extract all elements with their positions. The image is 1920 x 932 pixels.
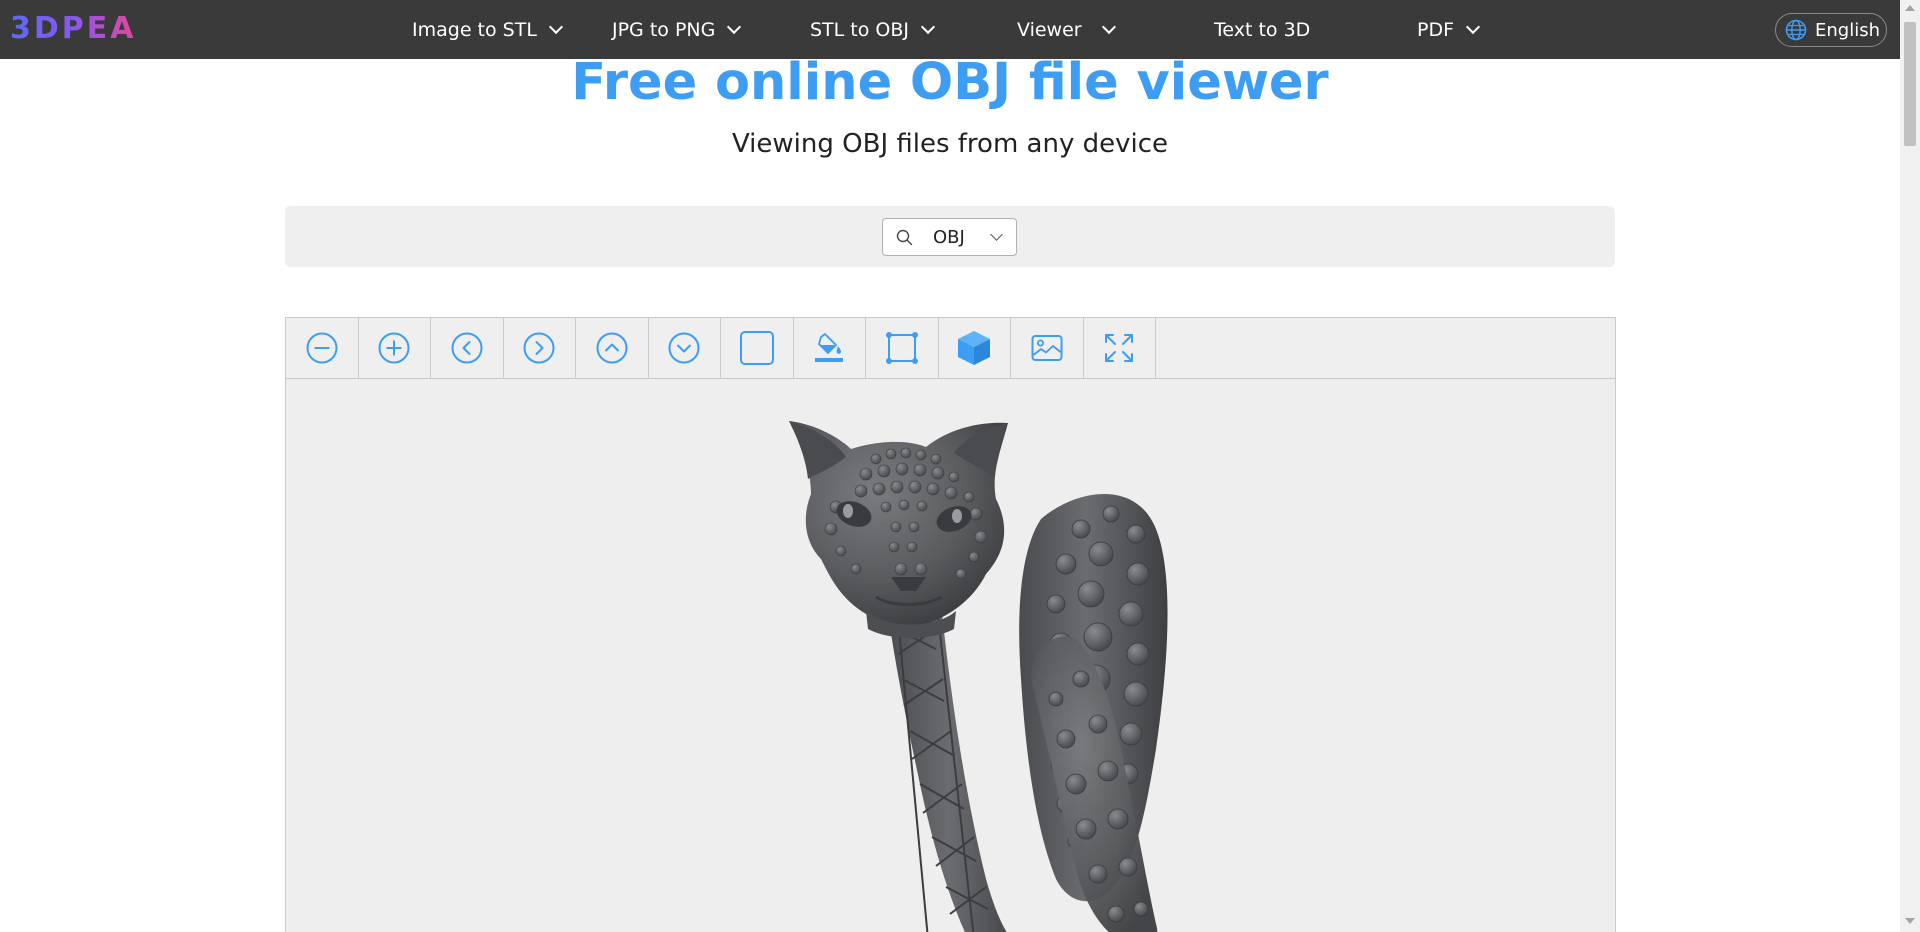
solid-view-button[interactable] (939, 318, 1011, 378)
format-select-dropdown[interactable]: OBJ (882, 218, 1017, 256)
scroll-down-arrow-icon[interactable] (1905, 918, 1915, 924)
nav-item-label: Viewer (1017, 18, 1082, 41)
plus-circle-icon (378, 332, 410, 364)
nav-item-label: STL to OBJ (810, 18, 909, 41)
chevron-down-icon (727, 19, 742, 34)
screenshot-button[interactable] (1011, 318, 1084, 378)
chevron-up-circle-icon (596, 332, 628, 364)
nav-item-jpg-to-png[interactable]: JPG to PNG (612, 0, 742, 59)
chevron-down-icon (920, 19, 936, 34)
obj-viewer (285, 317, 1616, 932)
chevron-down-circle-icon (668, 332, 700, 364)
search-icon (896, 229, 913, 246)
viewer-canvas[interactable] (286, 379, 1615, 932)
chevron-left-circle-icon (451, 332, 483, 364)
chevron-down-icon (548, 19, 563, 34)
chevron-down-icon (1465, 19, 1481, 34)
background-button[interactable] (721, 318, 794, 378)
leopard-ring-model (789, 421, 1168, 932)
language-selector-button[interactable]: English (1775, 13, 1887, 47)
globe-icon (1785, 19, 1807, 41)
paint-bucket-icon (815, 333, 844, 362)
nav-item-label: Text to 3D (1214, 18, 1311, 41)
language-label: English (1815, 19, 1880, 41)
nav-item-stl-to-obj[interactable]: STL to OBJ (810, 0, 936, 59)
zoom-in-button[interactable] (359, 318, 431, 378)
bounding-box-button[interactable] (866, 318, 939, 378)
chevron-down-icon (990, 228, 1003, 241)
viewer-toolbar (286, 318, 1615, 379)
scroll-up-arrow-icon[interactable] (1905, 5, 1915, 11)
square-icon (739, 331, 774, 365)
minus-circle-icon (306, 332, 338, 364)
nav-item-viewer[interactable]: Viewer (1017, 0, 1116, 59)
page-title: Free online OBJ file viewer (571, 53, 1329, 112)
cube-icon (958, 331, 991, 365)
nav-item-label: Image to STL (412, 18, 537, 41)
rotate-right-button[interactable] (504, 318, 576, 378)
scroll-thumb[interactable] (1904, 22, 1916, 146)
rotate-up-button[interactable] (576, 318, 649, 378)
rotate-left-button[interactable] (431, 318, 504, 378)
nav-item-pdf[interactable]: PDF (1417, 0, 1481, 59)
rotate-down-button[interactable] (649, 318, 721, 378)
page-scrollbar[interactable] (1900, 0, 1920, 932)
format-selected-value: OBJ (933, 227, 965, 248)
top-navigation-bar: 3DPEA Image to STL JPG to PNG STL to OBJ… (0, 0, 1900, 59)
nav-item-image-to-stl[interactable]: Image to STL (412, 0, 563, 59)
nav-item-label: PDF (1417, 18, 1455, 41)
color-button[interactable] (794, 318, 866, 378)
bounding-box-icon (885, 332, 918, 364)
expand-icon (1105, 334, 1134, 362)
image-icon (1031, 335, 1063, 361)
page-subtitle: Viewing OBJ files from any device (731, 129, 1169, 159)
nav-item-label: JPG to PNG (612, 18, 716, 41)
page: 3DPEA Image to STL JPG to PNG STL to OBJ… (0, 0, 1920, 932)
fullscreen-button[interactable] (1084, 318, 1156, 378)
chevron-right-circle-icon (523, 332, 555, 364)
chevron-down-icon (1101, 19, 1116, 34)
format-bar: OBJ (285, 206, 1615, 267)
site-logo[interactable]: 3DPEA (10, 14, 136, 44)
zoom-out-button[interactable] (286, 318, 359, 378)
nav-item-text-to-3d[interactable]: Text to 3D (1214, 0, 1310, 59)
